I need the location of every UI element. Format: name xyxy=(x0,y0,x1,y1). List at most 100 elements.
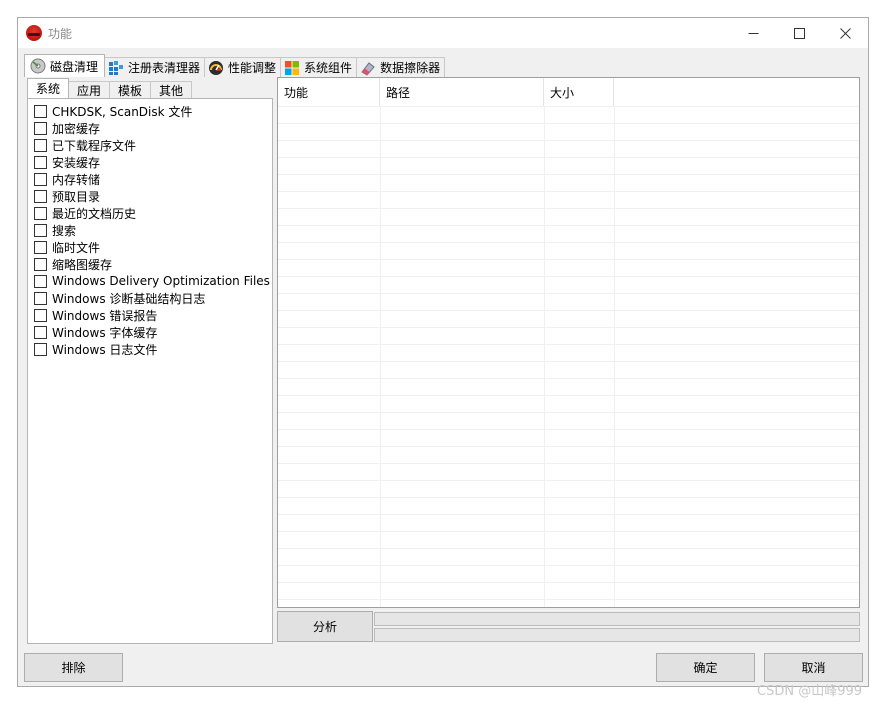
grid-row-line xyxy=(278,259,859,260)
cleanup-item[interactable]: CHKDSK, ScanDisk 文件 xyxy=(34,103,192,119)
grid-row-line xyxy=(278,123,859,124)
grid-row-line xyxy=(278,531,859,532)
cancel-button[interactable]: 取消 xyxy=(764,653,863,682)
cleanup-item-label: Windows 错误报告 xyxy=(52,308,158,323)
cleanup-item-checkbox[interactable] xyxy=(34,206,47,220)
cleanup-item[interactable]: Windows 诊断基础结构日志 xyxy=(34,290,205,306)
sub-tab-other[interactable]: 其他 xyxy=(150,81,193,98)
grid-row-line xyxy=(278,208,859,209)
main-tab-bar: 磁盘清理 注册表清理器 性能调整 系统组件 数据擦除器 xyxy=(24,53,446,77)
cleanup-item-label: 加密缓存 xyxy=(52,121,101,136)
eraser-icon xyxy=(360,60,376,76)
cleanup-item[interactable]: Windows 错误报告 xyxy=(34,307,157,323)
app-icon xyxy=(26,25,42,41)
ok-button[interactable]: 确定 xyxy=(656,653,755,682)
cleanup-item[interactable]: 加密缓存 xyxy=(34,120,100,136)
column-header-path[interactable]: 路径 xyxy=(380,78,544,106)
tab-system-components[interactable]: 系统组件 xyxy=(280,57,358,77)
grid-row-line xyxy=(278,293,859,294)
cleanup-item[interactable]: Windows 日志文件 xyxy=(34,341,157,357)
cleanup-item-checkbox[interactable] xyxy=(34,240,47,254)
cleanup-item-list: CHKDSK, ScanDisk 文件加密缓存 已下载程序文件安装缓存内存转储预取… xyxy=(27,98,273,644)
maximize-button[interactable] xyxy=(776,18,822,48)
cleanup-item-checkbox[interactable] xyxy=(34,155,47,169)
grid-row-line xyxy=(278,327,859,328)
progress-bar-primary xyxy=(374,612,860,626)
cleanup-item-label: 缩略图缓存 xyxy=(52,257,113,272)
cleanup-item[interactable]: 预取目录 xyxy=(34,188,100,204)
registry-cleaner-icon xyxy=(108,60,124,76)
exclude-button[interactable]: 排除 xyxy=(24,653,123,682)
grid-row-line xyxy=(278,242,859,243)
cleanup-item-checkbox[interactable] xyxy=(34,138,47,152)
grid-column-line xyxy=(380,106,381,607)
grid-row-line xyxy=(278,548,859,549)
close-icon xyxy=(839,27,851,39)
cleanup-item-label: 内存转储 xyxy=(52,172,101,187)
tab-label: 数据擦除器 xyxy=(380,61,441,75)
cleanup-item-checkbox[interactable] xyxy=(34,104,47,118)
tab-label: 注册表清理器 xyxy=(128,61,201,75)
cleanup-item-label: 预取目录 xyxy=(52,189,101,204)
tab-registry-cleaner[interactable]: 注册表清理器 xyxy=(104,57,206,77)
tab-performance[interactable]: 性能调整 xyxy=(204,57,282,77)
tab-label: 系统组件 xyxy=(304,61,353,75)
cleanup-item-label: 安装缓存 xyxy=(52,155,101,170)
tab-content: 系统 应用 模板 其他 CHKDSK, ScanDisk 文件加密缓存 已下载程序… xyxy=(24,76,862,646)
cleanup-item-label: 最近的文档历史 xyxy=(52,206,137,221)
tab-disk-cleanup[interactable]: 磁盘清理 xyxy=(24,54,106,77)
cleanup-item-checkbox[interactable] xyxy=(34,291,47,305)
cleanup-item-label: 临时文件 xyxy=(52,240,101,255)
cleanup-item[interactable]: Windows 字体缓存 xyxy=(34,324,157,340)
cleanup-item[interactable]: 缩略图缓存 xyxy=(34,256,112,272)
grid-row-line xyxy=(278,276,859,277)
grid-row-line xyxy=(278,140,859,141)
grid-column-line xyxy=(544,106,545,607)
grid-row-line xyxy=(278,582,859,583)
grid-row-line xyxy=(278,429,859,430)
cleanup-item[interactable]: 内存转储 xyxy=(34,171,100,187)
grid-row-line xyxy=(278,174,859,175)
cleanup-item[interactable]: 已下载程序文件 xyxy=(34,137,136,153)
cleanup-item-label: 搜索 xyxy=(52,223,77,238)
cleanup-item[interactable]: 安装缓存 xyxy=(34,154,100,170)
cleanup-item-checkbox[interactable] xyxy=(34,308,47,322)
sub-tab-apps[interactable]: 应用 xyxy=(68,81,111,98)
results-table[interactable]: 功能 路径 大小 xyxy=(277,77,860,608)
title-bar: 功能 xyxy=(18,18,868,48)
grid-row-line xyxy=(278,191,859,192)
cleanup-item-checkbox[interactable] xyxy=(34,189,47,203)
cleanup-item[interactable]: 临时文件 xyxy=(34,239,100,255)
cleanup-item-checkbox[interactable] xyxy=(34,223,47,237)
grid-row-line xyxy=(278,310,859,311)
cleanup-item-label: Windows 日志文件 xyxy=(52,342,158,357)
windows-components-icon xyxy=(284,60,300,76)
cleanup-item-checkbox[interactable] xyxy=(34,257,47,271)
grid-row-line xyxy=(278,157,859,158)
tab-data-eraser[interactable]: 数据擦除器 xyxy=(356,57,446,77)
cleanup-item-checkbox[interactable] xyxy=(34,121,47,135)
cleanup-item[interactable]: Windows Delivery Optimization Files xyxy=(34,273,270,289)
sub-tab-system[interactable]: 系统 xyxy=(27,78,70,98)
tab-label: 性能调整 xyxy=(228,61,277,75)
cleanup-item-checkbox[interactable] xyxy=(34,172,47,186)
column-header-function[interactable]: 功能 xyxy=(278,78,380,106)
sub-tab-bar: 系统 应用 模板 其他 xyxy=(27,78,193,98)
cleanup-item[interactable]: 搜索 xyxy=(34,222,76,238)
grid-row-line xyxy=(278,497,859,498)
performance-gauge-icon xyxy=(208,60,224,76)
analyze-button[interactable]: 分析 xyxy=(277,611,373,642)
grid-row-line xyxy=(278,565,859,566)
column-header-filler xyxy=(614,78,859,106)
grid-row-line xyxy=(278,514,859,515)
close-button[interactable] xyxy=(822,18,868,48)
cleanup-item-label: Windows 字体缓存 xyxy=(52,325,158,340)
minimize-button[interactable] xyxy=(730,18,776,48)
cleanup-item-checkbox[interactable] xyxy=(34,274,47,288)
cleanup-item[interactable]: 最近的文档历史 xyxy=(34,205,136,221)
grid-row-line xyxy=(278,378,859,379)
column-header-size[interactable]: 大小 xyxy=(544,78,614,106)
cleanup-item-checkbox[interactable] xyxy=(34,342,47,356)
cleanup-item-checkbox[interactable] xyxy=(34,325,47,339)
sub-tab-templates[interactable]: 模板 xyxy=(109,81,152,98)
